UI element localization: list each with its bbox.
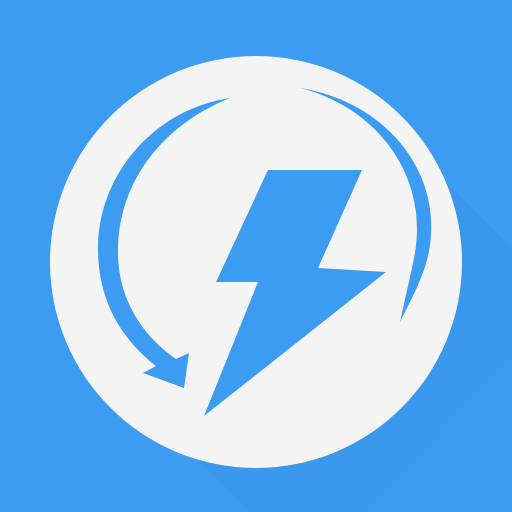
app-icon-graphic (0, 0, 512, 512)
app-icon (0, 0, 512, 512)
